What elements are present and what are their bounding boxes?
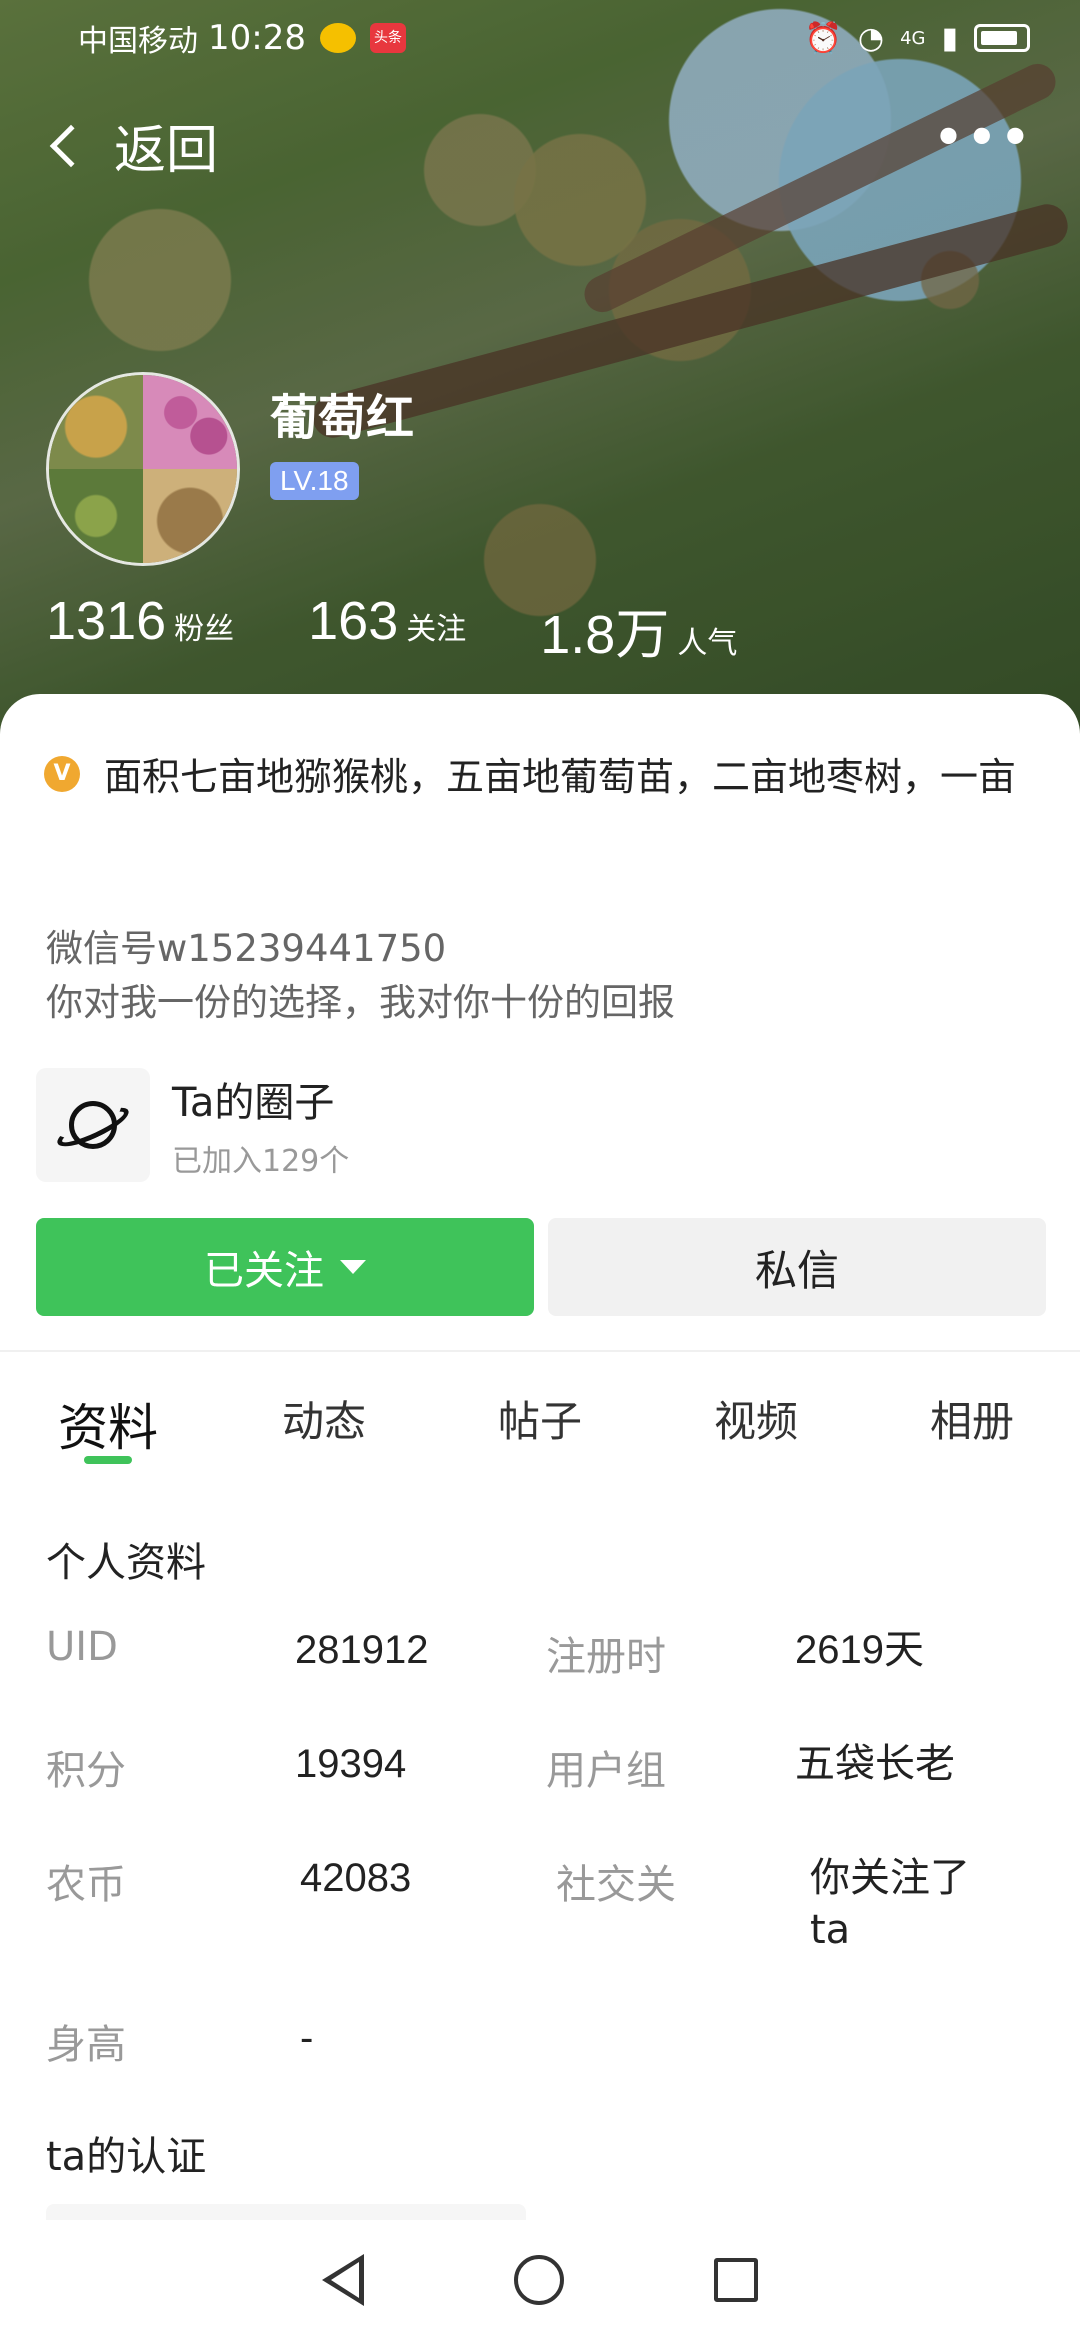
tab-videos[interactable]: 视频 xyxy=(648,1374,864,1484)
stat-number: 1.8万 xyxy=(540,605,670,665)
info-key: UID xyxy=(46,1624,118,1670)
profile-tabs: 资料 动态 帖子 视频 相册 xyxy=(0,1374,1080,1484)
top-nav: 返回 ••• xyxy=(0,100,1080,190)
info-value: 你关注了ta xyxy=(810,1855,970,1953)
stat-popularity: 1.8万 人气 xyxy=(540,590,737,669)
info-row: 农币 42083 社交关 你关注了ta xyxy=(46,1852,1046,1956)
message-button[interactable]: 私信 xyxy=(548,1218,1046,1316)
stat-label: 粉丝 xyxy=(174,612,235,647)
tab-profile[interactable]: 资料 xyxy=(0,1374,216,1484)
stat-label: 人气 xyxy=(677,626,738,661)
battery-icon xyxy=(974,24,1030,52)
info-key: 社交关 xyxy=(556,1862,676,1908)
info-key: 农币 xyxy=(46,1862,126,1908)
info-key: 用户组 xyxy=(546,1748,666,1794)
circle-subtitle: 已加入129个 xyxy=(172,1144,350,1179)
info-value: - xyxy=(300,2016,314,2060)
stat-followers[interactable]: 1316 粉丝 xyxy=(46,590,234,669)
signal-icon: ▮ xyxy=(941,20,958,56)
system-recents-icon[interactable] xyxy=(714,2258,758,2302)
stat-number: 163 xyxy=(308,591,399,651)
system-home-icon[interactable] xyxy=(514,2255,564,2305)
tab-posts[interactable]: 帖子 xyxy=(432,1374,648,1484)
info-value: 42083 xyxy=(300,1856,412,1900)
intro-text: 面积七亩地猕猴桃，五亩地葡萄苗，二亩地枣树，一亩 xyxy=(104,755,1017,799)
weibo-icon xyxy=(319,23,356,53)
info-key: 积分 xyxy=(46,1748,126,1794)
circle-entry[interactable]: Ta的圈子 已加入129个 xyxy=(36,1068,349,1182)
verified-icon: V xyxy=(44,755,80,792)
toutiao-icon: 头条 xyxy=(369,23,406,53)
certification-title: ta的认证 xyxy=(46,2134,207,2180)
follow-label: 已关注 xyxy=(204,1248,324,1294)
planet-icon xyxy=(36,1068,150,1182)
info-row: 身高 - xyxy=(46,2012,1046,2070)
bio-line: 你对我一份的选择，我对你十份的回报 xyxy=(46,981,675,1024)
carrier-label: 中国移动 xyxy=(78,24,198,59)
profile-stats: 1316 粉丝 163 关注 1.8万 人气 xyxy=(46,590,811,669)
info-value: 19394 xyxy=(295,1742,407,1786)
back-chevron-icon xyxy=(49,124,93,167)
bio-line: 微信号w15239441750 xyxy=(46,927,447,970)
intro-line: V 面积七亩地猕猴桃，五亩地葡萄苗，二亩地枣树，一亩 xyxy=(44,746,1080,801)
info-key: 注册时 xyxy=(546,1634,666,1680)
tab-albums[interactable]: 相册 xyxy=(864,1374,1080,1484)
user-name: 葡萄红 xyxy=(270,390,415,446)
clock: 10:28 xyxy=(208,18,306,58)
personal-info-grid: UID 281912 注册时 2619天 积分 19394 用户组 五袋长老 农… xyxy=(46,1624,1046,2126)
info-value: 2619天 xyxy=(795,1628,924,1672)
back-button[interactable]: 返回 xyxy=(44,108,218,183)
caret-down-icon xyxy=(340,1260,366,1274)
alarm-icon: ⏰ xyxy=(804,20,842,56)
bio: 微信号w15239441750 你对我一份的选择，我对你十份的回报 xyxy=(46,922,675,1030)
status-icons: ⏰ ◔ 4G ▮ xyxy=(805,21,1030,56)
info-row: UID 281912 注册时 2619天 xyxy=(46,1624,1046,1682)
stat-number: 1316 xyxy=(46,591,167,651)
personal-info-title: 个人资料 xyxy=(46,1540,206,1586)
avatar[interactable] xyxy=(46,372,240,566)
action-buttons: 已关注 私信 xyxy=(36,1218,1046,1316)
circle-title: Ta的圈子 xyxy=(172,1080,335,1126)
level-badge: LV.18 xyxy=(270,462,359,500)
status-bar: 中国移动 10:28 头条 ⏰ ◔ 4G ▮ xyxy=(0,0,1080,76)
network-label: 4G xyxy=(900,27,926,49)
more-options-button[interactable]: ••• xyxy=(934,110,1034,164)
stat-label: 关注 xyxy=(406,612,467,647)
info-row: 积分 19394 用户组 五袋长老 xyxy=(46,1738,1046,1796)
back-label: 返回 xyxy=(114,121,219,181)
follow-button[interactable]: 已关注 xyxy=(36,1218,534,1316)
system-back-icon[interactable] xyxy=(322,2254,364,2306)
profile-sheet: V 面积七亩地猕猴桃，五亩地葡萄苗，二亩地枣树，一亩 微信号w152394417… xyxy=(0,694,1080,2340)
tab-activity[interactable]: 动态 xyxy=(216,1374,432,1484)
system-nav-bar xyxy=(0,2220,1080,2340)
wifi-icon: ◔ xyxy=(857,20,885,56)
stat-following[interactable]: 163 关注 xyxy=(308,590,466,669)
info-value: 281912 xyxy=(295,1628,429,1672)
divider xyxy=(0,1350,1080,1352)
info-key: 身高 xyxy=(46,2022,126,2068)
circle-info: Ta的圈子 已加入129个 xyxy=(172,1070,349,1180)
info-value: 五袋长老 xyxy=(795,1741,956,1787)
